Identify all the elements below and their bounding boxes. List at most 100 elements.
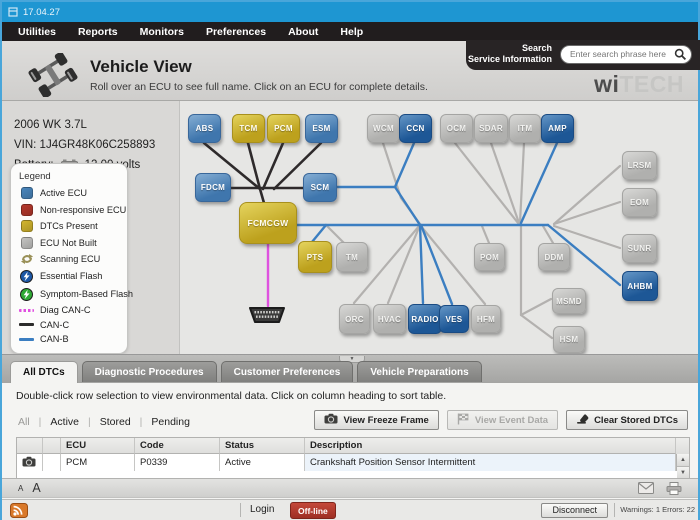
- filter-pending[interactable]: Pending: [151, 416, 190, 428]
- filter-separator: |: [140, 416, 143, 428]
- search-input[interactable]: [570, 49, 674, 59]
- app-window: 17.04.27 Utilities Reports Monitors Prefere…: [0, 0, 700, 520]
- ecu-pom[interactable]: POM: [474, 243, 505, 271]
- page-subtitle: Roll over an ECU to see full name. Click…: [90, 81, 428, 93]
- cell-status: Active: [220, 454, 305, 471]
- flag-icon: [457, 413, 470, 428]
- menu-bar: Utilities Reports Monitors Preferences About…: [2, 22, 698, 41]
- button-label: View Event Data: [475, 415, 548, 426]
- ecu-ccn[interactable]: CCN: [399, 114, 432, 143]
- ecu-ddm[interactable]: DDM: [538, 243, 570, 271]
- ecu-tcm[interactable]: TCM: [232, 114, 265, 143]
- menu-monitors[interactable]: Monitors: [140, 26, 184, 38]
- cell-description: Crankshaft Position Sensor Intermittent: [305, 454, 676, 471]
- ecu-scm[interactable]: SCM: [303, 173, 337, 202]
- column-header-ecu[interactable]: ECU: [61, 438, 135, 454]
- warnings-errors-count: Warnings: 1 Errors: 22: [620, 505, 695, 514]
- tab-customer-preferences[interactable]: Customer Preferences: [221, 361, 354, 382]
- rss-icon[interactable]: [10, 503, 28, 518]
- column-header-description[interactable]: Description: [305, 438, 676, 454]
- filter-active[interactable]: Active: [50, 416, 79, 428]
- title-bar: 17.04.27: [2, 2, 698, 22]
- ecu-sdar[interactable]: SDAR: [474, 114, 508, 143]
- dtc-table: ECUCodeStatusDescriptionPCMP0339ActiveCr…: [16, 437, 690, 480]
- dtc-panel: Double-click row selection to view envir…: [2, 383, 698, 499]
- cell-code: P0339: [135, 454, 220, 471]
- menu-help[interactable]: Help: [340, 26, 363, 38]
- column-header-empty: [43, 438, 61, 454]
- menu-reports[interactable]: Reports: [78, 26, 118, 38]
- disconnect-button[interactable]: Disconnect: [541, 503, 608, 518]
- tab-diagnostic-procedures[interactable]: Diagnostic Procedures: [82, 361, 217, 382]
- filter-separator: |: [39, 416, 42, 428]
- menu-about[interactable]: About: [288, 26, 318, 38]
- search-icon[interactable]: [674, 48, 687, 61]
- view-freeze-frame-button[interactable]: View Freeze Frame: [314, 410, 438, 430]
- font-size-large-button[interactable]: A: [32, 481, 40, 495]
- menu-utilities[interactable]: Utilities: [18, 26, 56, 38]
- tab-vehicle-preparations[interactable]: Vehicle Preparations: [357, 361, 481, 382]
- tab-all-dtcs[interactable]: All DTCs: [10, 361, 78, 383]
- print-icon[interactable]: [666, 482, 682, 495]
- button-label: View Freeze Frame: [343, 415, 428, 426]
- dlc-connector-icon[interactable]: [248, 305, 286, 332]
- table-scrollbar: ▲▼: [676, 454, 689, 471]
- column-header-empty: [17, 438, 43, 454]
- ecu-ves[interactable]: VES: [439, 305, 469, 333]
- freeze-frame-cell: [17, 454, 43, 471]
- ecu-tm[interactable]: TM: [336, 242, 368, 272]
- scroll-up-button[interactable]: ▲: [677, 454, 689, 467]
- ecu-eom[interactable]: EOM: [622, 188, 657, 217]
- column-header-status[interactable]: Status: [220, 438, 305, 454]
- ecu-fcmcgw[interactable]: FCMCGW: [239, 202, 297, 244]
- ecu-pts[interactable]: PTS: [298, 241, 332, 273]
- filter-stored[interactable]: Stored: [100, 416, 131, 428]
- table-footer: A A: [2, 478, 698, 498]
- view-event-data-button: View Event Data: [447, 410, 558, 430]
- export-icon[interactable]: [638, 482, 654, 494]
- ecu-pcm[interactable]: PCM: [267, 114, 300, 143]
- eraser-icon: [576, 413, 589, 427]
- ecu-radio[interactable]: RADIO: [408, 304, 442, 334]
- ecu-abs[interactable]: ABS: [188, 114, 221, 143]
- cell-blank: [43, 454, 61, 471]
- statusbar-divider-2: [614, 503, 615, 517]
- tab-strip: ▼ All DTCsDiagnostic ProceduresCustomer …: [2, 354, 698, 383]
- ecu-hvac[interactable]: HVAC: [373, 304, 406, 334]
- table-scrollbar-head: [676, 438, 689, 454]
- ecu-fdcm[interactable]: FDCM: [195, 173, 231, 202]
- offline-badge[interactable]: Off-line: [290, 502, 336, 519]
- camera-icon: [22, 456, 36, 470]
- window-title: 17.04.27: [23, 7, 60, 18]
- ecu-itm[interactable]: ITM: [509, 114, 541, 143]
- ecu-orc[interactable]: ORC: [339, 304, 370, 334]
- search-service-label: Search Service Information: [468, 43, 552, 66]
- ecu-amp[interactable]: AMP: [541, 114, 574, 143]
- ecu-msmd[interactable]: MSMD: [552, 288, 586, 314]
- service-search-panel: Search Service Information: [466, 40, 700, 70]
- ecu-wcm[interactable]: WCM: [367, 114, 400, 143]
- statusbar-divider: [240, 503, 241, 517]
- button-label: Clear Stored DTCs: [594, 415, 678, 426]
- filter-all[interactable]: All: [18, 416, 30, 428]
- ecu-lrsm[interactable]: LRSM: [622, 151, 657, 180]
- page-title: Vehicle View: [90, 57, 192, 77]
- ecu-sunr[interactable]: SUNR: [622, 234, 657, 263]
- login-button[interactable]: Login: [250, 504, 274, 515]
- search-box: [560, 45, 692, 64]
- clear-stored-dtcs-button[interactable]: Clear Stored DTCs: [566, 410, 688, 430]
- column-header-code[interactable]: Code: [135, 438, 220, 454]
- vehicle-icon: [28, 53, 78, 97]
- cell-ecu: PCM: [61, 454, 135, 471]
- font-size-small-button[interactable]: A: [18, 484, 23, 493]
- ecu-topology-diagram: ABS TCMPCMESM WCMCCN OCMSDARITMAMP LRSM EOM SU…: [2, 102, 700, 354]
- ecu-hsm[interactable]: HSM: [553, 326, 585, 353]
- menu-preferences[interactable]: Preferences: [206, 26, 266, 38]
- dtc-buttons: View Freeze Frame View Event Data Clear St…: [314, 410, 688, 430]
- table-row[interactable]: PCMP0339ActiveCrankshaft Position Sensor…: [17, 454, 689, 471]
- ecu-ahbm[interactable]: AHBM: [622, 271, 658, 301]
- ecu-esm[interactable]: ESM: [305, 114, 338, 143]
- app-icon: [8, 7, 18, 17]
- ecu-ocm[interactable]: OCM: [440, 114, 473, 143]
- ecu-hfm[interactable]: HFM: [471, 305, 501, 333]
